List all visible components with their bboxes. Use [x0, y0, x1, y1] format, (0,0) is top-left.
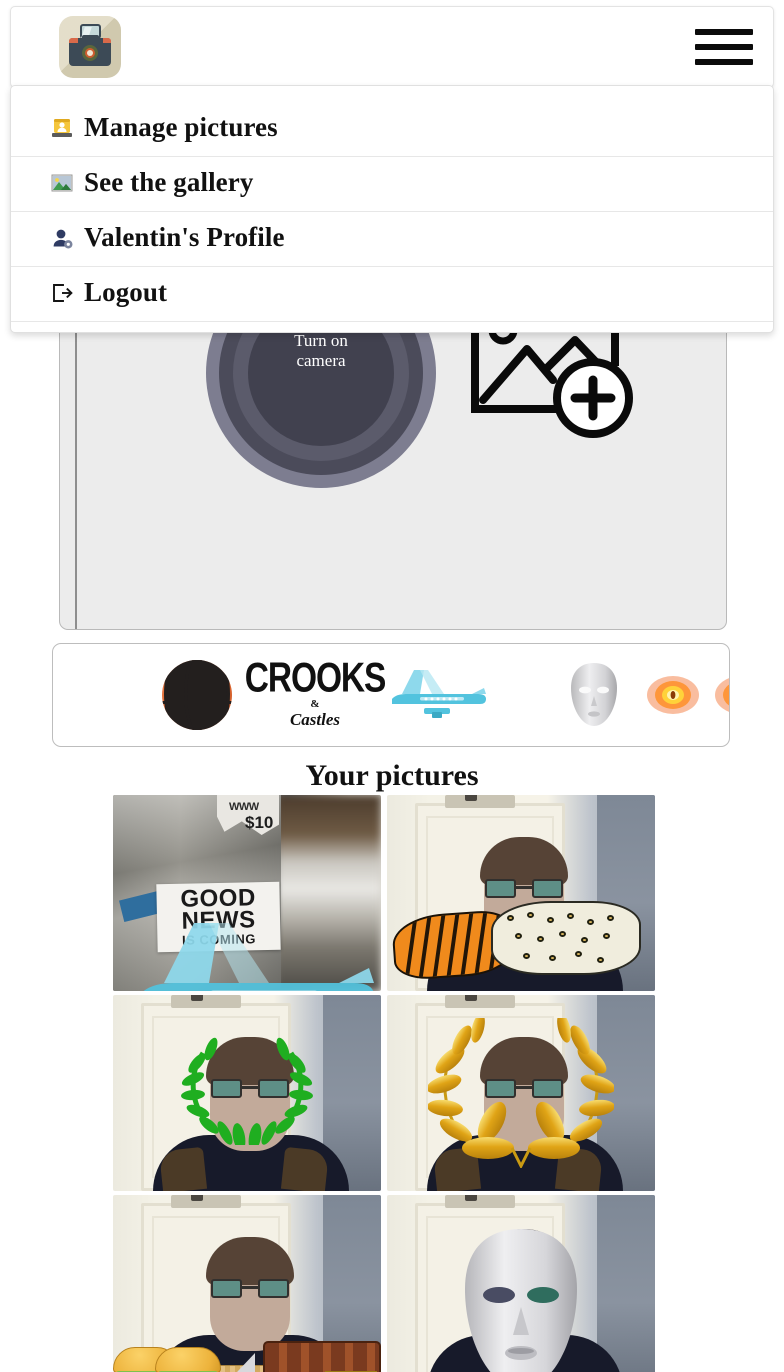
menu-item-label: See the gallery — [84, 166, 254, 197]
airplane-sticker[interactable] — [384, 666, 488, 724]
turn-on-camera-label: Turn on camera — [294, 331, 348, 370]
menu-item-label: Valentin's Profile — [84, 221, 285, 252]
photo-green-laurel[interactable] — [113, 995, 381, 1191]
crooks-text-bottom: Castles — [289, 710, 341, 729]
sign-out-icon — [51, 282, 73, 304]
menu-item-manage-pictures[interactable]: Manage pictures — [11, 102, 773, 157]
leopard-sticker-overlay — [491, 901, 641, 975]
camera-accent-right — [103, 38, 111, 43]
page-title: Your pictures — [305, 759, 479, 792]
menu-item-label: Logout — [84, 276, 168, 307]
photo-tiger-leopard[interactable] — [387, 795, 655, 991]
food-sticker-overlay — [113, 1339, 381, 1372]
fire-eye-sticker-2[interactable] — [712, 671, 729, 719]
menu-item-label: Manage pictures — [84, 111, 278, 142]
selfie-wall-right — [597, 1195, 655, 1372]
fire-eye-sticker-1[interactable] — [644, 671, 702, 719]
hamburger-bar-3 — [695, 59, 753, 65]
camera-accent-left — [69, 38, 78, 43]
burger-sticker-2 — [155, 1347, 221, 1372]
camera-lens-part — [82, 45, 98, 61]
gold-laurel-sticker-overlay — [426, 1013, 616, 1170]
selfie-glasses — [485, 879, 563, 898]
hamburger-menu-icon[interactable] — [695, 26, 753, 68]
camera-logo-icon[interactable] — [59, 16, 121, 78]
photo-gold-laurel[interactable] — [387, 995, 655, 1191]
sticker-picker-bar[interactable]: CROOKS & Castles — [52, 643, 730, 747]
ribs-sticker — [263, 1341, 381, 1372]
photo1-torn-text-1: WWW — [229, 801, 259, 813]
navigation-dropdown-menu: Manage pictures See the gallery Valentin… — [10, 85, 774, 333]
selfie-lamp — [171, 995, 241, 1008]
crooks-and-castles-sticker[interactable]: CROOKS & Castles — [245, 652, 387, 738]
basketball-sticker[interactable] — [162, 660, 232, 730]
navbar — [10, 6, 774, 88]
name-badge-icon — [51, 117, 73, 139]
hamburger-bar-1 — [695, 29, 753, 35]
white-mask-sticker-overlay — [459, 1227, 583, 1372]
camera-stage: Turn on camera — [59, 293, 727, 630]
photo-food[interactable] — [113, 1195, 381, 1372]
selfie-glasses — [211, 1279, 289, 1298]
framed-picture-icon — [51, 172, 73, 194]
crooks-text-top: CROOKS — [244, 653, 387, 702]
photo-white-mask[interactable] — [387, 1195, 655, 1372]
app-page: Manage pictures See the gallery Valentin… — [0, 0, 784, 1372]
selfie-lamp — [445, 795, 515, 808]
airplane-sticker-overlay — [119, 913, 379, 991]
green-laurel-sticker-overlay — [181, 1033, 313, 1151]
photo-good-news[interactable]: WWW $10 GOOD NEWS IS COMING — [113, 795, 381, 991]
photo1-torn-text-2: $10 — [245, 813, 274, 832]
user-settings-icon — [51, 227, 73, 249]
white-mask-sticker[interactable] — [568, 662, 620, 728]
menu-item-see-the-gallery[interactable]: See the gallery — [11, 157, 773, 212]
selfie-lamp — [445, 1195, 515, 1208]
menu-item-logout[interactable]: Logout — [11, 267, 773, 322]
menu-item-profile[interactable]: Valentin's Profile — [11, 212, 773, 267]
gallery-grid: WWW $10 GOOD NEWS IS COMING — [113, 795, 659, 1372]
hamburger-bar-2 — [695, 44, 753, 50]
selfie-lamp — [171, 1195, 241, 1208]
selfie-lamp — [445, 995, 515, 1008]
